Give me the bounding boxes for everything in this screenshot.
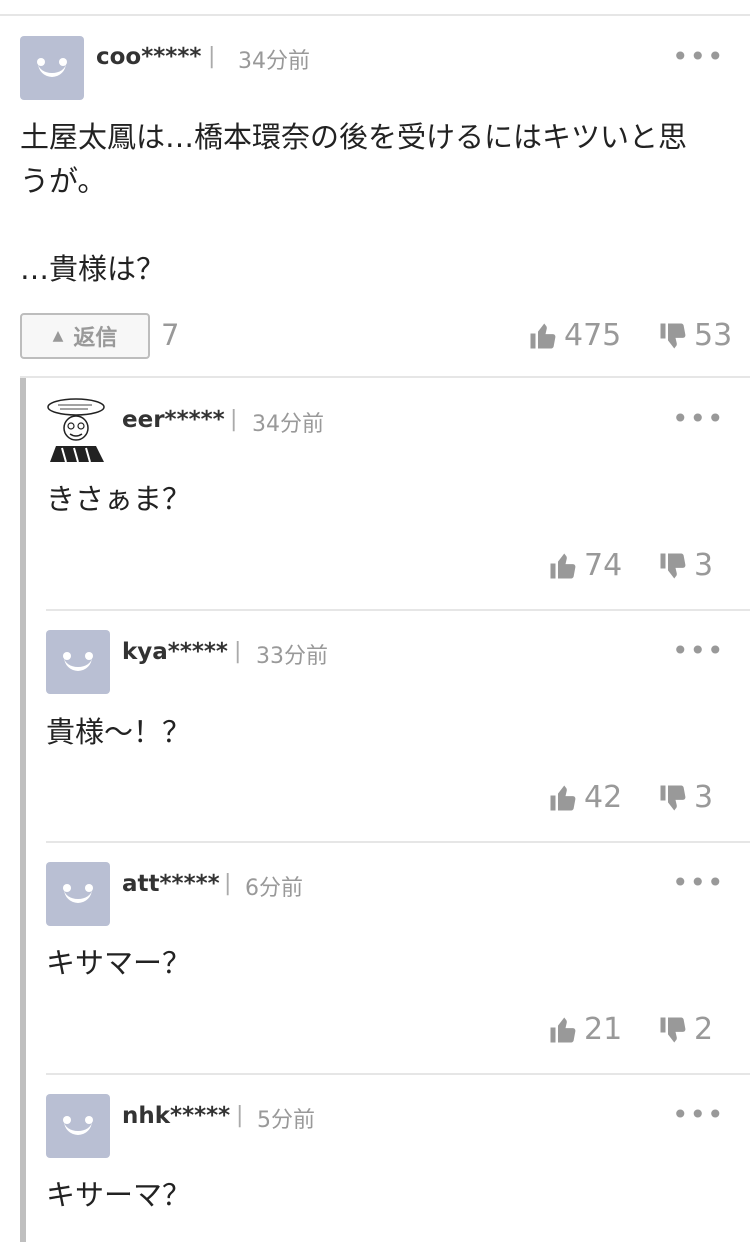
dislike-button[interactable]: 3 [658,780,713,815]
reply-button[interactable]: ▲ 返信 [20,313,150,359]
like-button[interactable]: 74 [548,548,622,583]
thumbs-down-icon [660,323,686,348]
reply-divider [46,1073,750,1075]
avatar[interactable] [20,36,84,100]
meta-separator: | [236,1103,244,1128]
reply-button-label: 返信 [73,326,118,351]
dislike-count: 3 [694,780,714,815]
reply-divider [46,609,750,611]
dislike-count: 2 [694,1012,714,1047]
like-count: 475 [564,318,622,353]
more-menu-icon[interactable]: ••• [672,1098,725,1131]
thread-bar [20,378,26,1242]
username[interactable]: coo***** [96,44,201,70]
avatar[interactable] [46,862,110,926]
triangle-up-icon: ▲ [52,328,64,344]
meta-separator: | [230,407,238,432]
comment-body: 貴様〜！？ [46,715,192,749]
comment-body: 土屋太鳳は…橋本環奈の後を受けるにはキツいと思 うが。 …貴様は？ [20,120,688,286]
avatar[interactable] [46,398,110,463]
more-menu-icon[interactable]: ••• [672,866,725,899]
man-illustration-icon [47,398,105,463]
meta-separator: | [208,44,216,69]
username[interactable]: nhk***** [122,1103,230,1129]
dislike-button[interactable]: 3 [658,548,713,583]
dislike-count: 53 [694,318,733,353]
username[interactable]: eer***** [122,407,225,433]
meta-separator: | [224,871,232,896]
comment-body: きさぁま？ [46,482,192,516]
like-count: 42 [584,780,623,815]
comment-time: 34分前 [252,412,324,437]
avatar[interactable] [46,630,110,694]
thumbs-up-icon [550,1017,576,1042]
thumbs-up-icon [550,553,576,578]
reply-count: 7 [161,318,180,352]
thumbs-down-icon [660,1017,686,1042]
comment-time: 34分前 [238,49,310,74]
comment-time: 33分前 [256,644,328,669]
like-button[interactable]: 21 [548,1012,622,1047]
comment-body: キサーマ？ [46,1178,192,1212]
thread-divider [20,376,750,378]
dislike-button[interactable]: 2 [658,1012,713,1047]
comment-body: キサマー？ [46,946,192,980]
more-menu-icon[interactable]: ••• [672,40,725,73]
avatar[interactable] [46,1094,110,1158]
top-divider [0,14,750,16]
thumbs-down-icon [660,785,686,810]
more-menu-icon[interactable]: ••• [672,634,725,667]
more-menu-icon[interactable]: ••• [672,402,725,435]
dislike-button[interactable]: 53 [658,318,732,353]
like-button[interactable]: 475 [528,318,621,353]
like-count: 21 [584,1012,623,1047]
like-count: 74 [584,548,623,583]
dislike-count: 3 [694,548,714,583]
like-button[interactable]: 42 [548,780,622,815]
reply-divider [46,841,750,843]
thumbs-down-icon [660,553,686,578]
username[interactable]: att***** [122,871,220,897]
thumbs-up-icon [530,323,556,348]
username[interactable]: kya***** [122,639,228,665]
meta-separator: | [234,639,242,664]
thumbs-up-icon [550,785,576,810]
comment-time: 6分前 [245,876,303,901]
comment-time: 5分前 [257,1108,315,1133]
